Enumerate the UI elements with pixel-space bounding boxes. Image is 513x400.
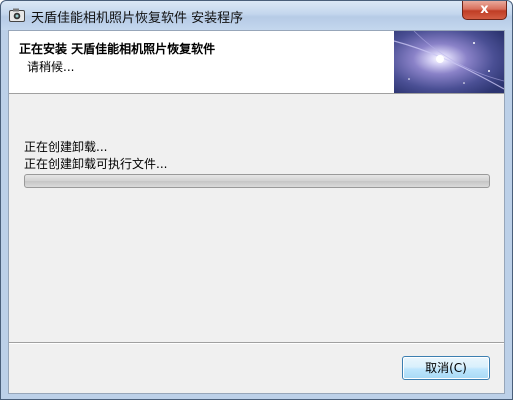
close-button[interactable]: x xyxy=(462,1,507,20)
window-title: 天盾佳能相机照片恢复软件 安装程序 xyxy=(31,11,244,26)
dialog-client-area: 正在安装 天盾佳能相机照片恢复软件 请稍候... 正在创建卸载... 正在创建卸… xyxy=(8,30,505,394)
status-line-2: 正在创建卸载可执行文件... xyxy=(24,157,168,171)
installer-icon xyxy=(9,8,25,22)
install-progress-bar xyxy=(24,174,490,188)
nebula-banner-image xyxy=(394,31,504,93)
status-line-1: 正在创建卸载... xyxy=(24,140,108,154)
installer-window: 天盾佳能相机照片恢复软件 安装程序 x 正在安装 天盾佳能相机照片恢复软件 请稍… xyxy=(0,0,513,400)
bottom-separator xyxy=(9,342,504,344)
header-subtitle: 请稍候... xyxy=(27,60,75,74)
title-bar[interactable]: 天盾佳能相机照片恢复软件 安装程序 x xyxy=(1,1,512,30)
header-title: 正在安装 天盾佳能相机照片恢复软件 xyxy=(19,42,216,56)
header-band: 正在安装 天盾佳能相机照片恢复软件 请稍候... xyxy=(9,31,504,94)
close-icon: x xyxy=(480,2,489,17)
cancel-button[interactable]: 取消(C) xyxy=(402,356,490,380)
